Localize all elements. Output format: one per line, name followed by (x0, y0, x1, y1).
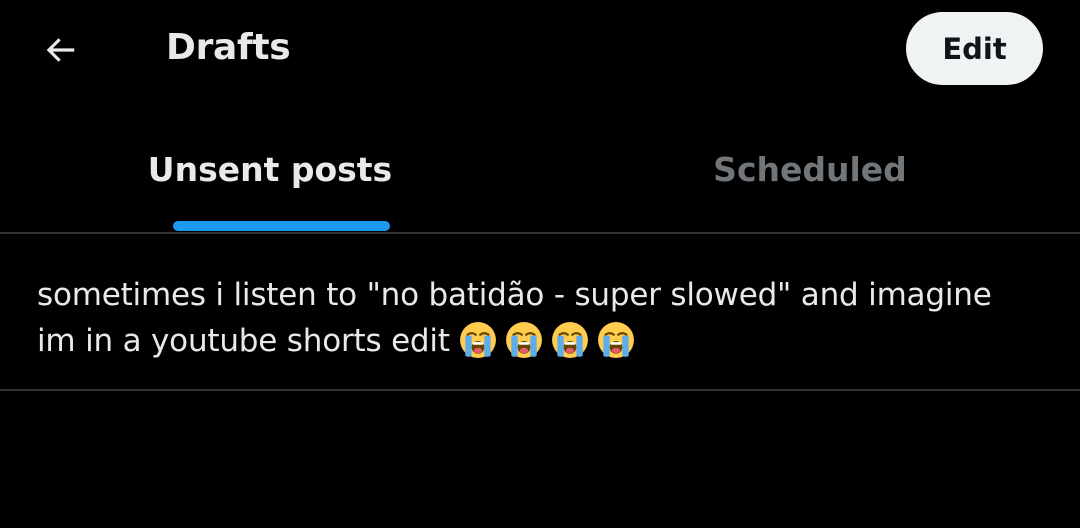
loudly-crying-face-icon (460, 322, 497, 358)
loudly-crying-face-icon (598, 322, 635, 358)
page-title: Drafts (166, 27, 291, 68)
loudly-crying-face-icon (552, 322, 589, 358)
divider (0, 232, 1080, 234)
tab-bar: Unsent posts Scheduled (0, 110, 1080, 233)
tab-scheduled[interactable]: Scheduled (540, 110, 1080, 232)
edit-button[interactable]: Edit (906, 12, 1043, 85)
tab-unsent-posts[interactable]: Unsent posts (0, 110, 540, 232)
active-tab-indicator (173, 221, 390, 231)
draft-list-item[interactable]: sometimes i listen to "no batidão - supe… (0, 235, 1080, 390)
loudly-crying-face-icon (506, 322, 543, 358)
emoji-row (459, 322, 643, 359)
tab-label: Unsent posts (147, 150, 393, 189)
back-button[interactable] (36, 26, 84, 74)
divider (0, 389, 1080, 391)
top-app-bar: Drafts Edit (0, 0, 1080, 100)
tab-label: Scheduled (713, 150, 907, 189)
draft-text: sometimes i listen to "no batidão - supe… (37, 272, 1037, 364)
arrow-left-icon (46, 38, 75, 62)
